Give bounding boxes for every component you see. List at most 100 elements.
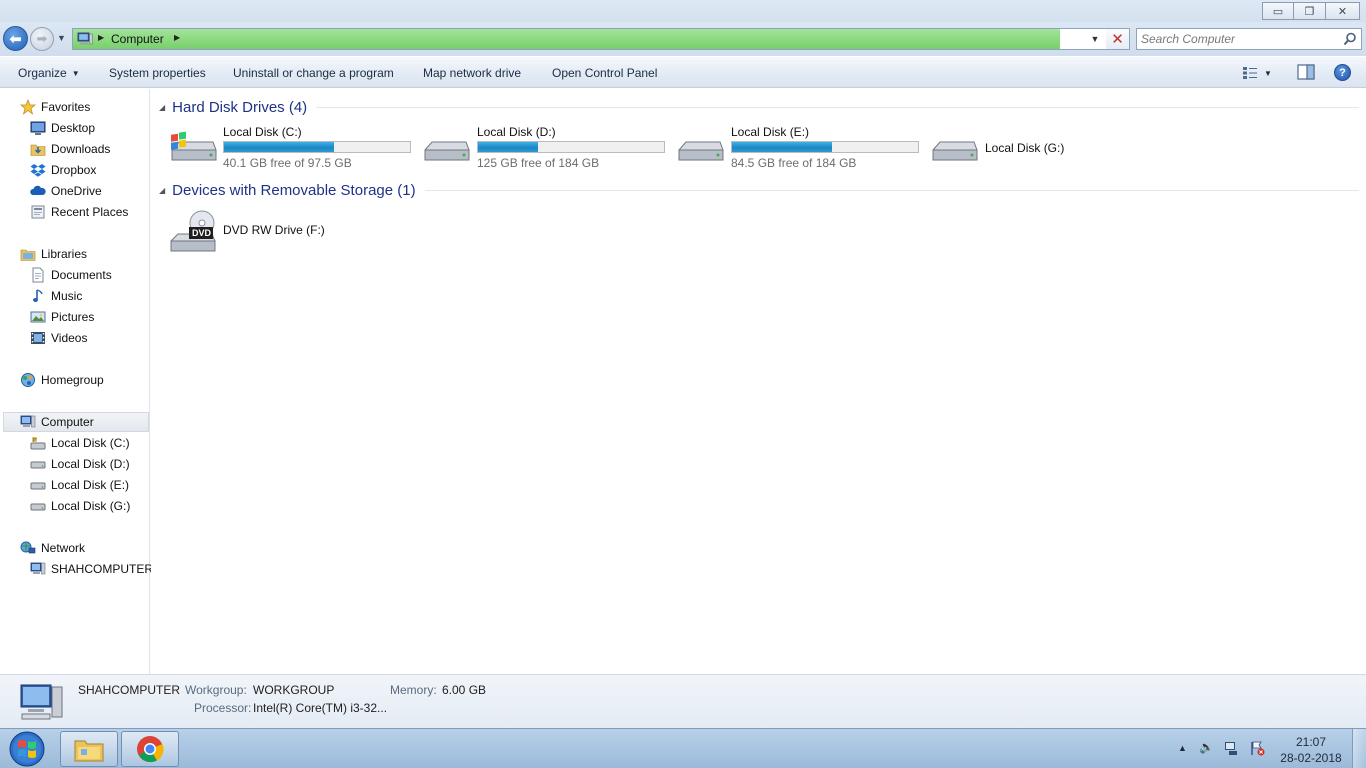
forward-button[interactable]: ➡ [30, 27, 54, 51]
minimize-button[interactable]: ▭ [1262, 2, 1294, 20]
details-memory-label: Memory: [390, 683, 437, 697]
drive-local-disk-d[interactable]: Local Disk (D:) 125 GB free of 184 GB [423, 124, 673, 170]
address-history-dropdown[interactable]: ▼ [1086, 28, 1104, 50]
hard-drive-icon [30, 456, 46, 472]
nav-label: SHAHCOMPUTER [51, 562, 154, 576]
nav-dropbox[interactable]: Dropbox [30, 160, 96, 180]
nav-local-disk-g[interactable]: Local Disk (G:) [30, 496, 130, 516]
nav-recent-places[interactable]: Recent Places [30, 202, 128, 222]
nav-label: OneDrive [51, 184, 102, 198]
drive-free-space: 40.1 GB free of 97.5 GB [223, 156, 352, 170]
organize-button[interactable]: Organize ▼ [18, 66, 80, 80]
details-processor-label: Processor: [194, 701, 252, 715]
nav-documents[interactable]: Documents [30, 265, 112, 285]
nav-onedrive[interactable]: OneDrive [30, 181, 102, 201]
nav-videos[interactable]: Videos [30, 328, 87, 348]
drive-local-disk-e[interactable]: Local Disk (E:) 84.5 GB free of 184 GB [677, 124, 927, 170]
nav-label: Computer [41, 415, 94, 429]
preview-pane-button[interactable] [1297, 64, 1315, 83]
system-properties-button[interactable]: System properties [109, 66, 206, 80]
minimize-icon: ▭ [1272, 5, 1284, 18]
nav-downloads[interactable]: Downloads [30, 139, 110, 159]
documents-icon [30, 267, 46, 283]
drive-local-disk-g[interactable]: Local Disk (G:) [931, 124, 1131, 168]
start-button[interactable] [4, 730, 50, 768]
collapse-triangle-icon[interactable]: ◢ [159, 103, 165, 112]
nav-libraries[interactable]: Libraries [20, 244, 87, 264]
breadcrumb-root-arrow-icon[interactable]: ▶ [98, 33, 104, 42]
nav-label: Music [51, 289, 83, 303]
downloads-folder-icon [30, 141, 46, 157]
nav-label: Videos [51, 331, 88, 345]
nav-label: Dropbox [51, 163, 97, 177]
nav-music[interactable]: Music [30, 286, 82, 306]
nav-label: Favorites [41, 100, 91, 114]
map-network-drive-button[interactable]: Map network drive [423, 66, 521, 80]
forward-arrow-icon: ➡ [36, 31, 48, 46]
drive-usage-fill [732, 142, 833, 152]
action-center-flag-icon[interactable] [1249, 740, 1265, 759]
collapse-triangle-icon[interactable]: ◢ [159, 186, 165, 195]
system-drive-icon [171, 131, 217, 161]
clock-time: 21:07 [1295, 735, 1327, 749]
change-view-button[interactable]: ▼ [1242, 64, 1272, 82]
details-pane: SHAHCOMPUTER Workgroup: WORKGROUP Memory… [0, 674, 1366, 728]
open-control-panel-button[interactable]: Open Control Panel [552, 66, 657, 80]
homegroup-icon [20, 372, 36, 388]
maximize-icon: ❐ [1304, 5, 1315, 18]
breadcrumb-child-arrow-icon[interactable]: ▶ [174, 33, 180, 42]
navigation-pane: Favorites Desktop Downloads Dropbox OneD… [0, 89, 153, 674]
drive-usage-bar [223, 141, 411, 153]
address-row: ⬅ ➡ ▼ ▶ Computer ▶ ▼ ✕ [0, 22, 1366, 56]
search-input[interactable] [1141, 31, 1341, 47]
taskbar-explorer-button[interactable] [60, 731, 118, 767]
search-icon[interactable] [1343, 32, 1357, 46]
nav-label: Homegroup [41, 373, 104, 387]
address-bar[interactable]: ▶ Computer ▶ [72, 28, 1130, 50]
nav-label: Documents [51, 268, 112, 282]
nav-network[interactable]: Network [20, 538, 85, 558]
onedrive-cloud-icon [30, 183, 46, 199]
view-icon [1243, 67, 1257, 79]
pictures-icon [30, 309, 46, 325]
command-bar: Organize ▼ System properties Uninstall or… [0, 56, 1366, 88]
group-hard-disk-drives[interactable]: ◢ Hard Disk Drives (4) [159, 98, 1359, 116]
group-removable-storage[interactable]: ◢ Devices with Removable Storage (1) [159, 181, 1359, 199]
stop-button[interactable]: ✕ [1106, 28, 1130, 50]
group-divider [316, 106, 1359, 108]
uninstall-program-button[interactable]: Uninstall or change a program [233, 66, 394, 80]
close-button[interactable]: ✕ [1326, 2, 1360, 20]
drive-name: Local Disk (C:) [223, 125, 302, 139]
volume-icon[interactable]: 🔉 [1199, 740, 1214, 754]
back-button[interactable]: ⬅ [3, 26, 28, 51]
nav-local-disk-e[interactable]: Local Disk (E:) [30, 475, 129, 495]
nav-local-disk-d[interactable]: Local Disk (D:) [30, 454, 130, 474]
drive-local-disk-c[interactable]: Local Disk (C:) 40.1 GB free of 97.5 GB [169, 124, 419, 170]
nav-desktop[interactable]: Desktop [30, 118, 95, 138]
nav-pictures[interactable]: Pictures [30, 307, 94, 327]
nav-label: Local Disk (C:) [51, 436, 130, 450]
network-status-icon[interactable] [1224, 740, 1240, 759]
drive-free-space: 84.5 GB free of 184 GB [731, 156, 857, 170]
nav-shahcomputer[interactable]: SHAHCOMPUTER [30, 559, 153, 579]
desktop-icon [30, 120, 46, 136]
videos-filmstrip-icon [30, 330, 46, 346]
maximize-button[interactable]: ❐ [1294, 2, 1326, 20]
nav-label: Local Disk (E:) [51, 478, 130, 492]
taskbar-chrome-button[interactable] [121, 731, 179, 767]
nav-local-disk-c[interactable]: Local Disk (C:) [30, 433, 130, 453]
show-hidden-icons-button[interactable]: ▲ [1178, 743, 1187, 753]
drive-name: DVD RW Drive (F:) [223, 223, 325, 237]
help-button[interactable]: ? [1334, 64, 1351, 81]
nav-computer[interactable]: Computer [3, 412, 149, 432]
nav-label: Libraries [41, 247, 88, 261]
nav-label: Downloads [51, 142, 111, 156]
drive-dvd-rw[interactable]: DVD DVD RW Drive (F:) [169, 207, 369, 257]
nav-favorites[interactable]: Favorites [20, 97, 90, 117]
taskbar-clock[interactable]: 21:07 28-02-2018 [1276, 734, 1346, 766]
recent-pages-button[interactable]: ▼ [57, 33, 66, 43]
breadcrumb-computer[interactable]: Computer [111, 32, 164, 46]
show-desktop-button[interactable] [1352, 729, 1366, 768]
group-title: Hard Disk Drives (4) [172, 98, 308, 116]
nav-homegroup[interactable]: Homegroup [20, 370, 104, 390]
